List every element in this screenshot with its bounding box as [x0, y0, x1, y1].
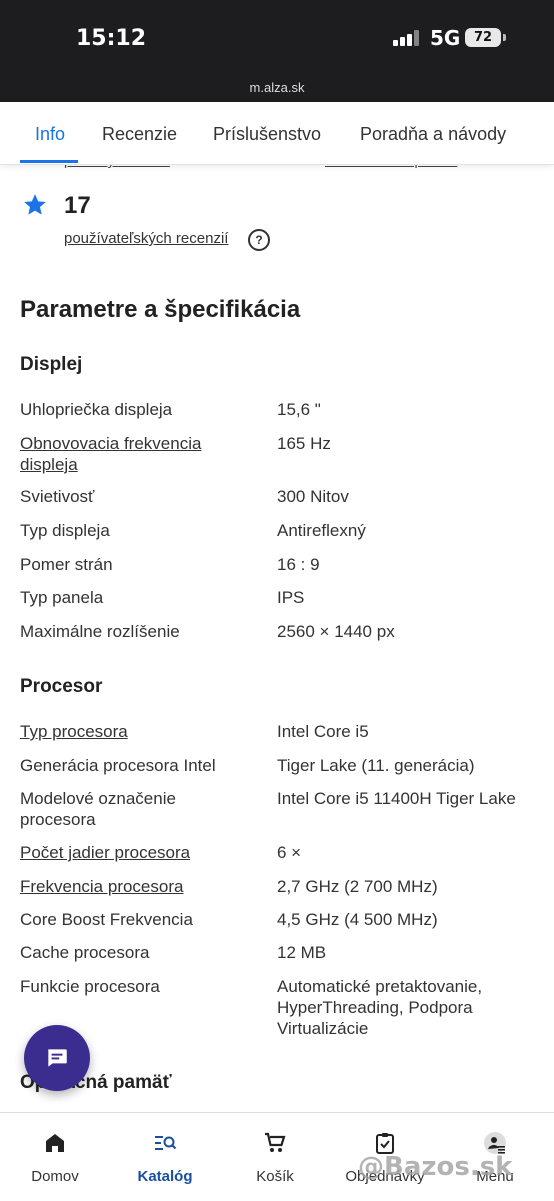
url-bar[interactable]: m.alza.sk	[0, 74, 554, 102]
home-icon	[46, 1134, 64, 1152]
spec-value: 165 Hz	[277, 434, 331, 453]
tab-reviews[interactable]: Recenzie	[102, 124, 177, 145]
rating-count: 17	[64, 192, 91, 219]
spec-value: IPS	[277, 588, 305, 607]
signal-icon	[393, 30, 425, 46]
spec-label: Pomer strán	[20, 555, 113, 574]
spec-label: Generácia procesora Intel	[20, 756, 216, 775]
active-tab-indicator	[20, 160, 78, 163]
group-title-cpu: Procesor	[20, 676, 103, 697]
spec-value: Intel Core i5	[277, 722, 369, 741]
nav-home[interactable]: Domov	[0, 1113, 110, 1201]
spec-label-link[interactable]: Typ procesora	[20, 721, 250, 742]
help-icon[interactable]: ?	[248, 229, 270, 251]
spec-value: Intel Core i5 11400H Tiger Lake	[277, 789, 516, 808]
watermark: @Bazos.sk	[358, 1152, 513, 1182]
tab-bar: Info Recenzie Príslušenstvo Poradňa a ná…	[0, 102, 554, 165]
spec-value: 2,7 GHz (2 700 MHz)	[277, 877, 438, 896]
spec-label-link[interactable]: Obnovovacia frekvencia displeja	[20, 433, 250, 475]
status-bar: 15:12 5G 72	[0, 0, 554, 74]
spec-value: Tiger Lake (11. generácia)	[277, 756, 475, 775]
spec-label-link[interactable]: Frekvencia procesora	[20, 876, 250, 897]
spec-label: Maximálne rozlíšenie	[20, 622, 180, 641]
spec-label: Typ panela	[20, 588, 104, 607]
spec-label: Core Boost Frekvencia	[20, 910, 193, 929]
nav-label: Domov	[31, 1168, 79, 1185]
page-title: Parametre a špecifikácia	[20, 296, 301, 323]
spec-value: Antireflexný	[277, 521, 366, 540]
nav-cart[interactable]: Košík	[220, 1113, 330, 1201]
nav-label: Katalóg	[137, 1168, 193, 1185]
network-type: 5G	[430, 26, 461, 50]
spec-value: 6 ×	[277, 843, 302, 862]
spec-value: Automatické pretaktovanie, HyperThreadin…	[277, 977, 483, 1038]
star-icon	[24, 194, 46, 215]
battery-icon: 72	[465, 28, 501, 47]
spec-label: Typ displeja	[20, 521, 110, 540]
nav-label: Košík	[256, 1168, 294, 1185]
chat-button[interactable]	[24, 1025, 90, 1091]
spec-label: Funkcie procesora	[20, 977, 160, 996]
tab-advice[interactable]: Poradňa a návody	[360, 124, 506, 145]
nav-catalog[interactable]: Katalóg	[110, 1113, 220, 1201]
spec-label: Cache procesora	[20, 943, 150, 962]
spec-label: Modelové označenie procesora	[20, 789, 176, 829]
spec-value: 12 MB	[277, 943, 327, 962]
tab-accessories[interactable]: Príslušenstvo	[213, 124, 321, 145]
spec-value: 15,6 "	[277, 400, 321, 419]
spec-value: 16 : 9	[277, 555, 320, 574]
tab-info[interactable]: Info	[35, 124, 65, 145]
spec-label: Uhlopriečka displeja	[20, 400, 173, 419]
spec-value: 2560 × 1440 px	[277, 622, 395, 641]
reviews-link[interactable]: používateľských recenzií	[64, 230, 228, 247]
cart-icon	[265, 1132, 286, 1152]
battery-tip	[503, 34, 506, 41]
spec-label: Svietivosť	[20, 487, 95, 506]
spec-value: 300 Nitov	[277, 487, 349, 506]
status-time: 15:12	[76, 26, 147, 51]
group-title-display: Displej	[20, 354, 83, 375]
chat-icon	[48, 1049, 67, 1067]
spec-value: 4,5 GHz (4 500 MHz)	[277, 910, 438, 929]
catalog-search-icon	[155, 1136, 177, 1150]
spec-label-link[interactable]: Počet jadier procesora	[20, 842, 250, 863]
